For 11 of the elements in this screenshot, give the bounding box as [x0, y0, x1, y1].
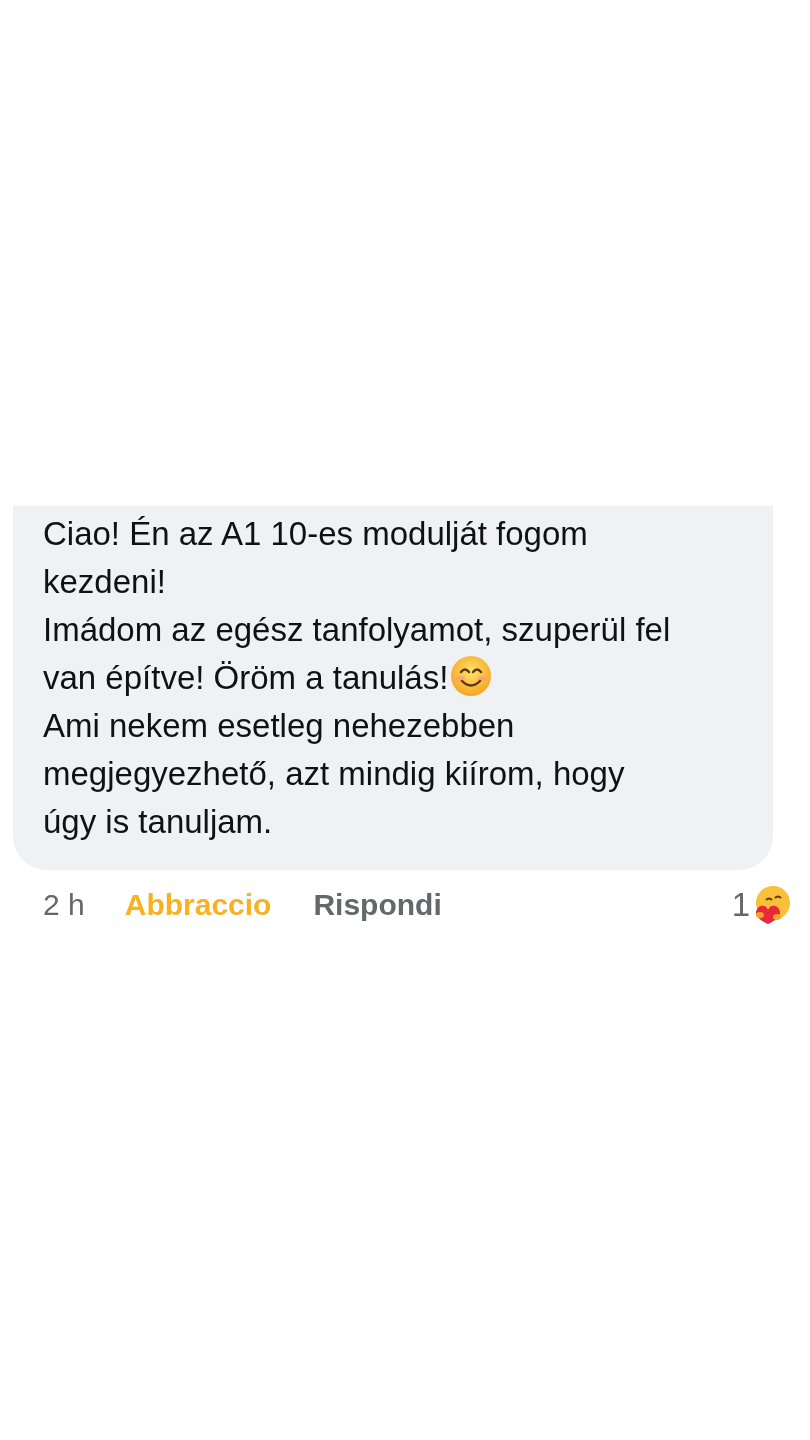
smiling-face-icon [450, 655, 493, 697]
reply-button[interactable]: Rispondi [313, 882, 442, 928]
comment-text: Imádom az egész tanfolyamot, szuperül fel [43, 611, 671, 648]
timestamp: 2 h [43, 887, 85, 924]
comment-text: megjegyezhető, azt mindig kiírom, hogy [43, 755, 625, 792]
comment-text: kezdeni! [43, 563, 166, 600]
comment-text: van építve! Öröm a tanulás! [43, 659, 449, 696]
comment-text: úgy is tanuljam. [43, 803, 273, 840]
reaction-count: 1 [731, 885, 750, 925]
comment-text: Ciao! Én az A1 10-es modulját fogom [43, 515, 588, 552]
comment-text: Ami nekem esetleg nehezebben [43, 707, 515, 744]
